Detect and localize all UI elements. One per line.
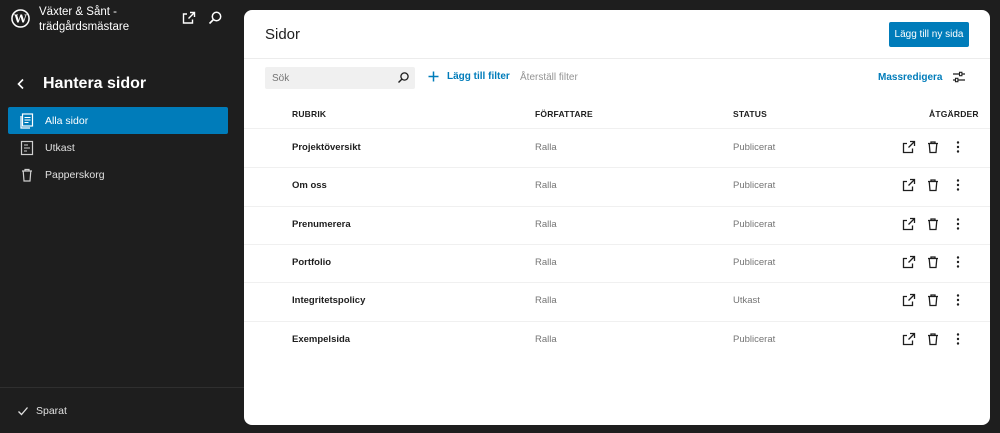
external-link-icon[interactable] — [181, 10, 197, 26]
page-author[interactable]: Ralla — [535, 295, 557, 306]
check-icon — [18, 407, 28, 416]
view-options-icon[interactable] — [952, 70, 966, 84]
column-header-status[interactable]: STATUS — [733, 109, 767, 119]
trash-icon[interactable] — [926, 178, 940, 192]
page-status: Publicerat — [733, 180, 776, 191]
header-divider — [244, 58, 990, 59]
page-status: Publicerat — [733, 334, 776, 345]
more-actions-icon[interactable] — [951, 217, 965, 231]
page-title-link[interactable]: Portfolio — [292, 257, 331, 268]
sidebar: W Växter & Sånt - trädgårdsmästare Hante… — [0, 0, 244, 433]
sidebar-item-label: Alla sidor — [45, 114, 89, 127]
page-author[interactable]: Ralla — [535, 142, 557, 153]
plus-icon — [428, 71, 439, 82]
view-page-icon[interactable] — [902, 293, 916, 307]
trash-icon[interactable] — [926, 140, 940, 154]
page-title-link[interactable]: Projektöversikt — [292, 142, 361, 153]
more-actions-icon[interactable] — [951, 178, 965, 192]
sidebar-item-trash[interactable]: Papperskorg — [8, 161, 228, 188]
pages-icon — [20, 112, 34, 129]
more-actions-icon[interactable] — [951, 293, 965, 307]
view-page-icon[interactable] — [902, 332, 916, 346]
page-status: Publicerat — [733, 219, 776, 230]
table-row[interactable]: Integritetspolicy Ralla Utkast — [244, 282, 990, 320]
page-author[interactable]: Ralla — [535, 180, 557, 191]
table-row[interactable]: Projektöversikt Ralla Publicerat — [244, 129, 990, 167]
sidebar-item-label: Utkast — [45, 141, 75, 154]
page-title: Sidor — [265, 26, 301, 43]
wordpress-logo-icon[interactable]: W — [11, 9, 30, 28]
page-title-link[interactable]: Prenumerera — [292, 219, 351, 230]
trash-icon — [22, 168, 32, 182]
sidebar-item-drafts[interactable]: Utkast — [8, 134, 228, 161]
trash-icon[interactable] — [926, 217, 940, 231]
svg-text:W: W — [13, 11, 27, 25]
table-row[interactable]: Exempelsida Ralla Publicerat — [244, 321, 990, 359]
add-filter-button[interactable]: Lägg till filter — [428, 71, 510, 82]
sidebar-heading: Hantera sidor — [43, 75, 147, 92]
site-header: W Växter & Sånt - trädgårdsmästare — [0, 0, 244, 44]
more-actions-icon[interactable] — [951, 332, 965, 346]
view-page-icon[interactable] — [902, 255, 916, 269]
sidebar-divider — [0, 387, 244, 388]
page-status: Publicerat — [733, 257, 776, 268]
save-status-label: Sparat — [36, 405, 67, 417]
sidebar-item-label: Papperskorg — [45, 168, 105, 181]
table-row[interactable]: Portfolio Ralla Publicerat — [244, 244, 990, 282]
page-status: Publicerat — [733, 142, 776, 153]
view-page-icon[interactable] — [902, 140, 916, 154]
view-page-icon[interactable] — [902, 178, 916, 192]
bulk-edit-button[interactable]: Massredigera — [878, 72, 942, 83]
page-status: Utkast — [733, 295, 760, 306]
pages-panel: Sidor Lägg till ny sida Lägg till filter… — [244, 10, 990, 425]
search-field[interactable] — [265, 67, 415, 89]
search-icon[interactable] — [397, 71, 410, 84]
trash-icon[interactable] — [926, 293, 940, 307]
sidebar-item-all-pages[interactable]: Alla sidor — [8, 107, 228, 134]
add-filter-label: Lägg till filter — [447, 71, 510, 82]
more-actions-icon[interactable] — [951, 255, 965, 269]
table-row[interactable]: Om oss Ralla Publicerat — [244, 167, 990, 205]
trash-icon[interactable] — [926, 332, 940, 346]
page-title-link[interactable]: Om oss — [292, 180, 327, 191]
page-author[interactable]: Ralla — [535, 334, 557, 345]
add-new-page-button[interactable]: Lägg till ny sida — [889, 22, 969, 47]
view-page-icon[interactable] — [902, 217, 916, 231]
page-author[interactable]: Ralla — [535, 219, 557, 230]
page-title-link[interactable]: Integritetspolicy — [292, 295, 365, 306]
more-actions-icon[interactable] — [951, 140, 965, 154]
page-title-link[interactable]: Exempelsida — [292, 334, 350, 345]
drafts-icon — [20, 140, 34, 155]
column-header-actions: ÅTGÄRDER — [929, 109, 979, 119]
column-header-title[interactable]: RUBRIK — [292, 109, 326, 119]
table-row[interactable]: Prenumerera Ralla Publicerat — [244, 206, 990, 244]
trash-icon[interactable] — [926, 255, 940, 269]
reset-filter-button[interactable]: Återställ filter — [520, 72, 578, 83]
page-author[interactable]: Ralla — [535, 257, 557, 268]
save-status: Sparat — [17, 405, 67, 417]
back-chevron-icon[interactable] — [13, 76, 29, 92]
search-icon[interactable] — [207, 10, 223, 26]
site-title: Växter & Sånt - trädgårdsmästare — [39, 6, 130, 33]
search-input[interactable] — [265, 67, 393, 89]
column-header-author[interactable]: FÖRFATTARE — [535, 109, 593, 119]
